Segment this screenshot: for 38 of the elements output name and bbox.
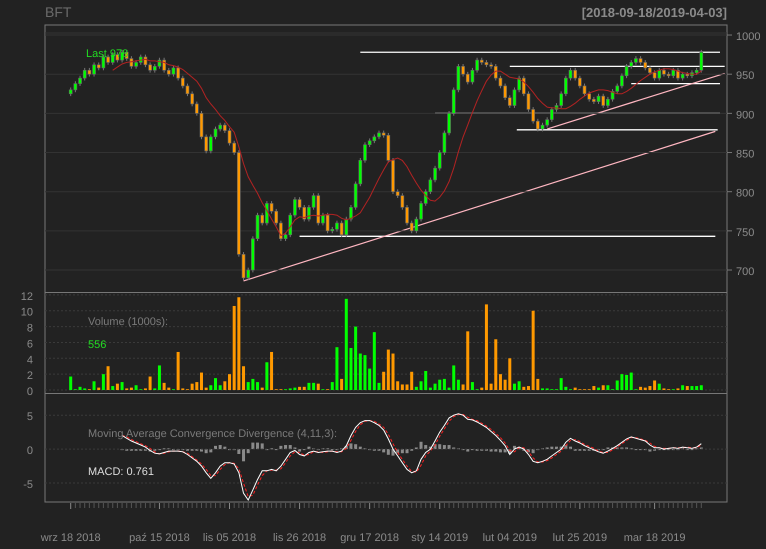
volume-value: 556 xyxy=(88,339,106,351)
y-axis-label: 10 xyxy=(20,306,33,319)
x-axis-label: sty 14 2019 xyxy=(411,532,468,544)
y-axis-label: 4 xyxy=(26,354,33,366)
y-axis-label: 5 xyxy=(26,411,33,424)
chart-title: BFT xyxy=(45,4,72,20)
y-axis-label: 800 xyxy=(736,188,754,200)
volume-bar xyxy=(214,378,217,390)
x-axis-label: paź 15 2018 xyxy=(129,532,190,544)
y-axis-label: 0 xyxy=(26,386,33,398)
y-axis-label: 0 xyxy=(26,445,33,458)
y-axis-label: 2 xyxy=(26,370,33,382)
volume-label: Volume (1000s): xyxy=(88,316,168,328)
macd-value: MACD: 0.761 xyxy=(88,466,154,478)
x-axis-label: lis 05 2018 xyxy=(202,532,256,544)
y-axis-label: 6 xyxy=(26,338,33,350)
volume-bar xyxy=(378,382,380,390)
x-axis-label: mar 18 2019 xyxy=(624,532,686,544)
y-axis-label: 1000 xyxy=(736,31,760,44)
x-axis-label: wrz 18 2018 xyxy=(40,532,101,544)
y-axis-label: 950 xyxy=(736,70,754,82)
x-axis-label: gru 17 2018 xyxy=(340,532,399,544)
y-axis-label: 8 xyxy=(26,322,33,335)
y-axis-label: 900 xyxy=(736,109,754,122)
x-axis-label: lut 25 2019 xyxy=(552,532,608,544)
date-range: [2018-09-18/2019-04-03] xyxy=(582,5,727,20)
macd-title: Moving Average Convergence Divergence (4,11,3): xyxy=(88,428,338,440)
y-axis-label: -5 xyxy=(23,479,33,492)
last-price-label: Last 978 xyxy=(86,48,128,60)
y-axis-label: 700 xyxy=(736,266,754,278)
y-axis-label: 750 xyxy=(736,226,754,239)
y-axis-label: 850 xyxy=(736,148,754,161)
x-axis-label: lis 26 2018 xyxy=(272,532,326,544)
candlestick xyxy=(344,216,348,238)
candlestick xyxy=(643,60,648,71)
y-axis-label: 12 xyxy=(20,290,33,303)
x-axis-label: lut 04 2019 xyxy=(482,532,537,544)
volume-bar xyxy=(392,354,394,390)
